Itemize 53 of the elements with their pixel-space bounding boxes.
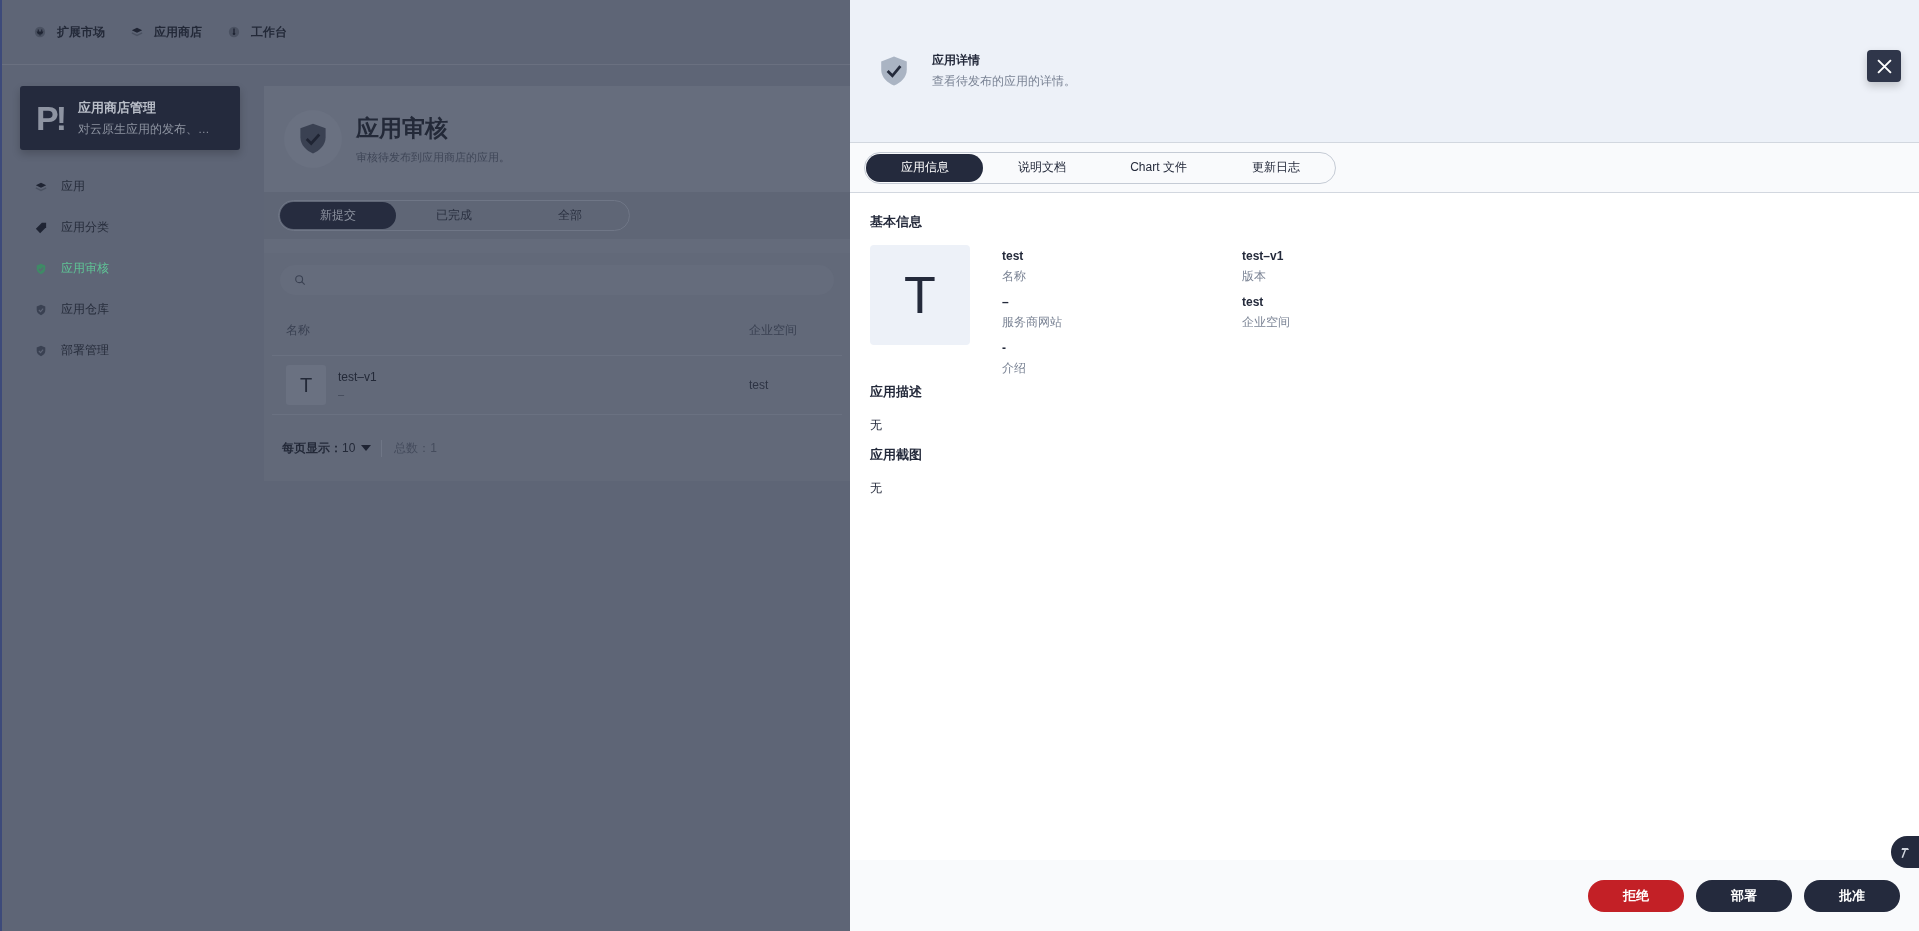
sidebar-subtitle: 对云原生应用的发布、…	[78, 122, 210, 137]
nav-link[interactable]: 扩展市场	[34, 23, 105, 41]
field-value: test	[1242, 295, 1265, 309]
tab[interactable]: 更新日志	[1217, 153, 1334, 182]
shield-icon	[35, 303, 47, 316]
section-title: 应用描述	[870, 383, 923, 401]
app-subtitle: –	[338, 388, 346, 400]
field-label: 企业空间	[1242, 314, 1291, 331]
section-text: 无	[870, 480, 883, 497]
section-title: 应用截图	[870, 446, 923, 464]
close-icon	[1876, 58, 1892, 74]
shield-icon	[35, 344, 47, 357]
field-label: 介绍	[1002, 360, 1027, 377]
sidebar-item[interactable]: 应用	[20, 166, 264, 207]
section-title: 基本信息	[870, 213, 923, 231]
sidebar-title: 应用商店管理	[78, 99, 157, 117]
field-value: test–v1	[1242, 249, 1285, 263]
page-title: 应用审核	[356, 114, 449, 143]
drawer-subtitle: 查看待发布的应用的详情。	[932, 73, 1076, 90]
field-label: 名称	[1002, 268, 1027, 285]
drawer-title: 应用详情	[932, 52, 981, 69]
page-size-label: 每页显示：	[282, 439, 342, 457]
field-value: -	[1002, 341, 1007, 355]
tool-button[interactable]	[1891, 836, 1919, 868]
tab[interactable]: 应用信息	[866, 153, 983, 182]
action-button[interactable]: 部署	[1696, 879, 1792, 912]
reject-button[interactable]: 拒绝	[1588, 879, 1684, 912]
layers-icon	[131, 26, 143, 38]
page-size-select[interactable]: 10	[342, 441, 372, 455]
logo: P!	[36, 98, 64, 138]
nav-link[interactable]: 工作台	[228, 23, 287, 41]
tab[interactable]: 说明文档	[983, 153, 1100, 182]
field-value: –	[1002, 295, 1010, 309]
plug-icon	[34, 26, 46, 38]
section-text: 无	[870, 417, 883, 434]
shield-icon	[35, 262, 47, 275]
tab[interactable]: Chart 文件	[1100, 153, 1217, 182]
sidebar-item[interactable]: 应用分类	[20, 207, 264, 248]
filter-tab[interactable]: 新提交	[280, 202, 396, 229]
layers-icon	[35, 180, 47, 193]
action-button[interactable]: 批准	[1804, 879, 1900, 912]
caret-icon	[361, 445, 372, 451]
app-avatar: T	[870, 245, 970, 345]
nav-link[interactable]: 应用商店	[131, 23, 202, 41]
tag-icon	[35, 221, 47, 234]
dial-icon	[228, 26, 240, 38]
field-label: 服务商网站	[1002, 314, 1063, 331]
field-label: 版本	[1242, 268, 1267, 285]
app-avatar: T	[286, 365, 326, 405]
close-button[interactable]	[1867, 50, 1901, 82]
app-name: test–v1	[338, 370, 377, 384]
field-value: test	[1002, 249, 1025, 263]
sidebar-item[interactable]: 应用审核	[20, 248, 264, 289]
